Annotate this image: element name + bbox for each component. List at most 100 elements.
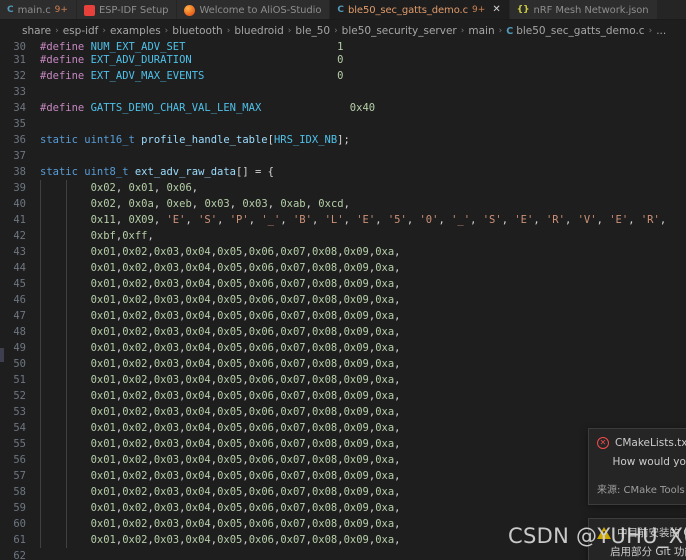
code-line[interactable]: 49 0x01,0x02,0x03,0x04,0x05,0x06,0x07,0x… bbox=[0, 340, 686, 356]
code-line[interactable]: 31 #define EXT_ADV_DURATION 0 bbox=[0, 52, 686, 68]
code-line[interactable]: 41 0x11, 0X09, 'E', 'S', 'P', '_', 'B', … bbox=[0, 212, 686, 228]
code-line[interactable]: 48 0x01,0x02,0x03,0x04,0x05,0x06,0x07,0x… bbox=[0, 324, 686, 340]
line-number: 39 bbox=[13, 182, 26, 194]
code-token: 0x07 bbox=[280, 470, 306, 482]
code-token: 0x02 bbox=[122, 438, 148, 450]
code-line[interactable]: 32 #define EXT_ADV_MAX_EVENTS 0 bbox=[0, 68, 686, 84]
code-line[interactable]: 37 bbox=[0, 148, 686, 164]
editor-tab-0[interactable]: Cmain.c 9+ bbox=[0, 0, 77, 19]
code-line[interactable]: 43 0x01,0x02,0x03,0x04,0x05,0x06,0x07,0x… bbox=[0, 244, 686, 260]
code-token: 0x11 bbox=[90, 214, 116, 226]
breadcrumb[interactable]: share › esp-idf › examples › bluetooth › bluedro… bbox=[0, 20, 686, 42]
editor-tab-1[interactable]: ESP-IDF Setup bbox=[76, 0, 178, 19]
code-token: , bbox=[343, 214, 357, 226]
breadcrumb-symbol-placeholder[interactable]: ... bbox=[656, 25, 666, 37]
indent-guide bbox=[65, 420, 67, 436]
code-line-text: 0x02, 0x01, 0x06, bbox=[40, 180, 686, 196]
code-token: 0x03 bbox=[153, 310, 180, 322]
code-token: HRS_IDX_NB bbox=[273, 134, 338, 146]
code-line[interactable]: 55 0x01,0x02,0x03,0x04,0x05,0x06,0x07,0x… bbox=[0, 436, 686, 452]
cmake-error-notification[interactable]: ✕ CMakeLists.txt w How would you 来源: CMa… bbox=[588, 428, 686, 505]
line-number: 38 bbox=[13, 166, 26, 178]
code-line[interactable]: 62 bbox=[0, 548, 686, 560]
code-line[interactable]: 39 0x02, 0x01, 0x06, bbox=[0, 180, 686, 196]
code-line[interactable]: 50 0x01,0x02,0x03,0x04,0x05,0x06,0x07,0x… bbox=[0, 356, 686, 372]
code-line[interactable]: 57 0x01,0x02,0x03,0x04,0x05,0x06,0x07,0x… bbox=[0, 468, 686, 484]
code-token: 0x04 bbox=[185, 294, 211, 306]
breadcrumb-file[interactable]: ble50_sec_gatts_demo.c bbox=[516, 25, 644, 37]
indent-guide bbox=[40, 308, 41, 324]
code-token: 0x09 bbox=[343, 310, 369, 322]
code-token: , bbox=[305, 198, 319, 210]
close-icon[interactable]: ✕ bbox=[492, 5, 500, 15]
code-token: , bbox=[394, 326, 401, 338]
code-line[interactable]: 34 #define GATTS_DEMO_CHAR_VAL_LEN_MAX 0x… bbox=[0, 100, 686, 116]
code-line[interactable]: 30 #define NUM_EXT_ADV_SET 1 bbox=[0, 42, 686, 53]
indent-guide bbox=[40, 468, 41, 484]
indent-guide bbox=[65, 356, 67, 372]
code-token: , bbox=[564, 214, 578, 226]
editor-tab-2[interactable]: Welcome to AliOS-Studio bbox=[177, 0, 331, 19]
code-token: 0x01 bbox=[90, 326, 116, 338]
breadcrumb-segment-5[interactable]: ble_50 bbox=[295, 25, 330, 37]
breadcrumb-segment-7[interactable]: main bbox=[468, 25, 494, 37]
code-line[interactable]: 33 bbox=[0, 84, 686, 100]
code-line[interactable]: 35 bbox=[0, 116, 686, 132]
code-token: , bbox=[185, 214, 199, 226]
code-token: 0x02 bbox=[122, 502, 148, 514]
editor-tab-label: nRF Mesh Network.json bbox=[533, 4, 649, 16]
code-line[interactable]: 44 0x01,0x02,0x03,0x04,0x05,0x06,0x07,0x… bbox=[0, 260, 686, 276]
code-token: 0x02 bbox=[122, 454, 148, 466]
code-line[interactable]: 56 0x01,0x02,0x03,0x04,0x05,0x06,0x07,0x… bbox=[0, 452, 686, 468]
code-line[interactable]: 54 0x01,0x02,0x03,0x04,0x05,0x06,0x07,0x… bbox=[0, 420, 686, 436]
line-number: 32 bbox=[13, 70, 26, 82]
editor-tab-3[interactable]: Cble50_sec_gatts_demo.c 9+ ✕ bbox=[330, 0, 510, 19]
editor-tab-bar: Cmain.c 9+ ESP-IDF Setup Welcome to AliOS-S… bbox=[0, 0, 686, 20]
breadcrumb-segment-4[interactable]: bluedroid bbox=[234, 25, 283, 37]
breadcrumb-separator: › bbox=[334, 26, 338, 36]
code-token: 0x06 bbox=[248, 374, 274, 386]
code-token: 0x05 bbox=[217, 374, 243, 386]
code-line[interactable]: 60 0x01,0x02,0x03,0x04,0x05,0x06,0x07,0x… bbox=[0, 516, 686, 532]
code-line[interactable]: 47 0x01,0x02,0x03,0x04,0x05,0x06,0x07,0x… bbox=[0, 308, 686, 324]
code-token: , bbox=[596, 214, 610, 226]
editor-tab-4[interactable]: {} nRF Mesh Network.json bbox=[509, 0, 658, 19]
code-line[interactable]: 38 static uint8_t ext_adv_raw_data[] = { bbox=[0, 164, 686, 180]
code-token: 0x02 bbox=[90, 198, 116, 210]
code-token: 0xa bbox=[375, 518, 395, 530]
code-line[interactable]: 40 0x02, 0x0a, 0xeb, 0x03, 0x03, 0xab, 0… bbox=[0, 196, 686, 212]
line-number: 49 bbox=[13, 342, 26, 354]
indent-guide bbox=[65, 340, 67, 356]
code-token: 0x01 bbox=[90, 262, 116, 274]
code-token: 0x02 bbox=[122, 326, 148, 338]
code-line[interactable]: 46 0x01,0x02,0x03,0x04,0x05,0x06,0x07,0x… bbox=[0, 292, 686, 308]
breadcrumb-segment-2[interactable]: examples bbox=[110, 25, 161, 37]
code-line-text: 0xbf,0xff, bbox=[40, 228, 686, 244]
breadcrumb-segment-6[interactable]: ble50_security_server bbox=[342, 25, 457, 37]
code-line[interactable]: 51 0x01,0x02,0x03,0x04,0x05,0x06,0x07,0x… bbox=[0, 372, 686, 388]
code-line[interactable]: 58 0x01,0x02,0x03,0x04,0x05,0x06,0x07,0x… bbox=[0, 484, 686, 500]
code-line[interactable]: 45 0x01,0x02,0x03,0x04,0x05,0x06,0x07,0x… bbox=[0, 276, 686, 292]
code-line[interactable]: 36 static uint16_t profile_handle_table[H… bbox=[0, 132, 686, 148]
code-token: 0x03 bbox=[153, 374, 180, 386]
breadcrumb-segment-3[interactable]: bluetooth bbox=[172, 25, 222, 37]
code-editor[interactable]: 30 #define NUM_EXT_ADV_SET 1 31 #define EXT… bbox=[0, 42, 686, 560]
code-line[interactable]: 53 0x01,0x02,0x03,0x04,0x05,0x06,0x07,0x… bbox=[0, 404, 686, 420]
indent-guide bbox=[40, 500, 41, 516]
code-token: 0x06 bbox=[248, 422, 274, 434]
breadcrumb-segment-1[interactable]: esp-idf bbox=[63, 25, 99, 37]
code-token: 0x04 bbox=[185, 406, 211, 418]
code-line[interactable]: 61 0x01,0x02,0x03,0x04,0x05,0x06,0x07,0x… bbox=[0, 532, 686, 548]
code-token: , bbox=[343, 198, 350, 210]
code-token: 0xeb bbox=[166, 198, 192, 210]
code-token: , bbox=[394, 534, 401, 546]
breadcrumb-segment-0[interactable]: share bbox=[22, 25, 51, 37]
code-line[interactable]: 42 0xbf,0xff, bbox=[0, 228, 686, 244]
code-token: , bbox=[267, 198, 281, 210]
code-line[interactable]: 59 0x01,0x02,0x03,0x04,0x05,0x06,0x07,0x… bbox=[0, 500, 686, 516]
code-token: 0x09 bbox=[343, 534, 369, 546]
git-warning-notification[interactable]: 中目前安装的 Git (1.192 启用部分 Git 功能 bbox=[588, 518, 686, 560]
code-line-text: #define EXT_ADV_DURATION 0 bbox=[40, 52, 686, 68]
code-token: 0x02 bbox=[122, 374, 148, 386]
code-line[interactable]: 52 0x01,0x02,0x03,0x04,0x05,0x06,0x07,0x… bbox=[0, 388, 686, 404]
